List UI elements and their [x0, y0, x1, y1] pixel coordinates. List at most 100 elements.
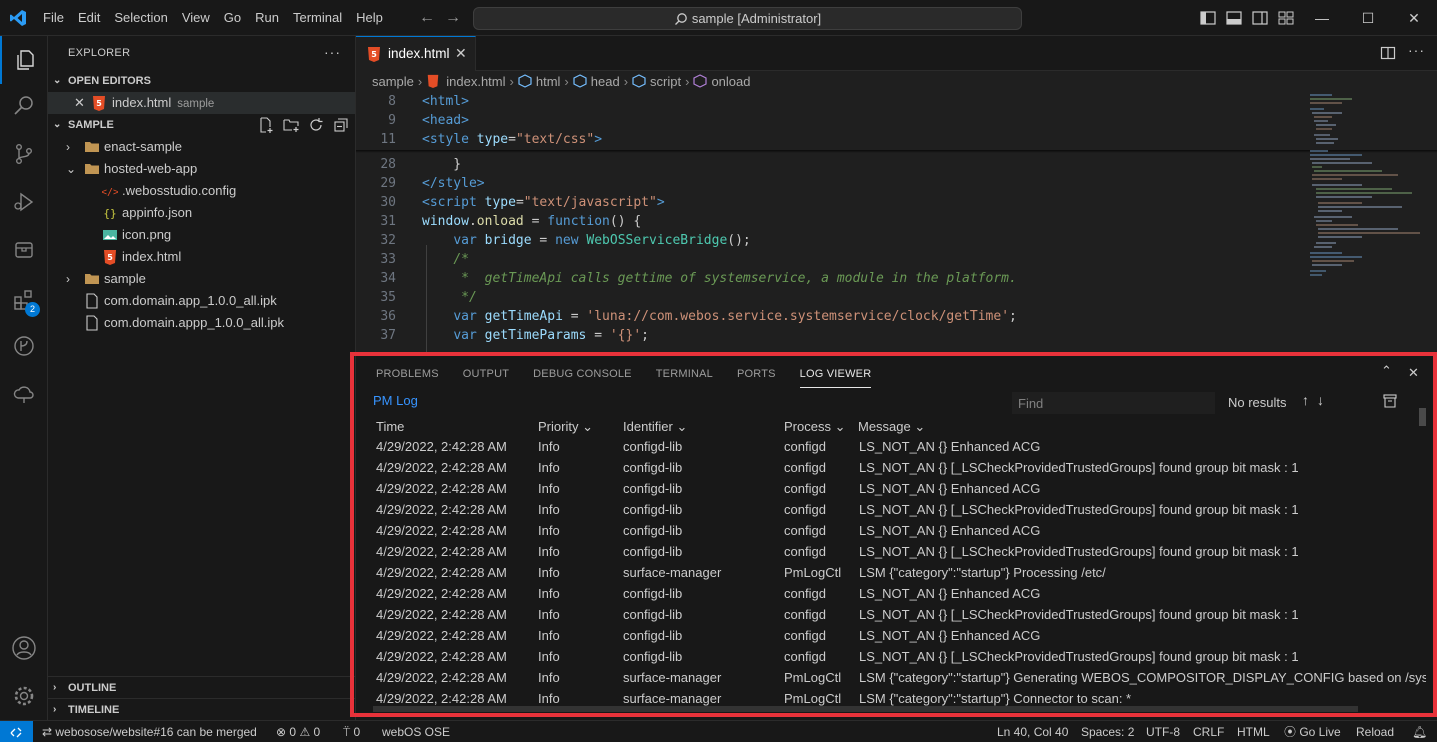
arrow-up-icon[interactable]: ↑	[1302, 392, 1309, 408]
new-file-icon[interactable]	[258, 117, 274, 133]
indentation-status[interactable]: Spaces: 2	[1081, 721, 1134, 742]
tree-folder[interactable]: ⌄ hosted-web-app	[48, 158, 355, 180]
breadcrumb-item[interactable]: onload	[711, 74, 750, 89]
find-input[interactable]: Find	[1012, 392, 1215, 414]
run-debug-activity[interactable]	[0, 178, 48, 226]
tree-folder[interactable]: › sample	[48, 268, 355, 290]
menu-go[interactable]: Go	[217, 0, 248, 36]
tree-file[interactable]: 5 index.html	[48, 246, 355, 268]
folder-header[interactable]: ⌄ SAMPLE	[48, 114, 355, 136]
tab-debug-console[interactable]: DEBUG CONSOLE	[533, 364, 632, 388]
breadcrumb-item[interactable]: script	[650, 74, 681, 89]
new-folder-icon[interactable]	[283, 117, 299, 133]
menu-edit[interactable]: Edit	[71, 0, 107, 36]
maximize-panel-icon[interactable]: ⌃	[1381, 363, 1392, 379]
tree-folder[interactable]: › enact-sample	[48, 136, 355, 158]
clear-log-icon[interactable]	[1382, 393, 1398, 409]
close-icon[interactable]: ✕	[74, 92, 85, 114]
table-row[interactable]: 4/29/2022, 2:42:28 AM Info surface-manager…	[376, 667, 1426, 688]
table-row[interactable]: 4/29/2022, 2:42:28 AM Info configd-lib conf…	[376, 583, 1426, 604]
refresh-icon[interactable]	[308, 117, 324, 133]
collapse-all-icon[interactable]	[333, 117, 349, 133]
notifications-icon[interactable]: 🔔︎	[1412, 721, 1427, 742]
table-row[interactable]: 4/29/2022, 2:42:28 AM Info configd-lib conf…	[376, 541, 1426, 562]
device-activity[interactable]	[0, 370, 48, 418]
breadcrumb-item[interactable]: index.html	[446, 74, 505, 89]
accounts-activity[interactable]	[0, 624, 48, 672]
tab-index-html[interactable]: 5 index.html ✕	[356, 36, 476, 71]
tab-ports[interactable]: PORTS	[737, 364, 776, 388]
menu-terminal[interactable]: Terminal	[286, 0, 349, 36]
toggle-sidebar-icon[interactable]	[1199, 9, 1217, 27]
menu-help[interactable]: Help	[349, 0, 390, 36]
table-row[interactable]: 4/29/2022, 2:42:28 AM Info configd-lib conf…	[376, 499, 1426, 520]
cursor-position[interactable]: Ln 40, Col 40	[997, 721, 1068, 742]
toggle-panel-icon[interactable]	[1225, 9, 1243, 27]
tree-file[interactable]: icon.png	[48, 224, 355, 246]
table-row[interactable]: 4/29/2022, 2:42:28 AM Info configd-lib conf…	[376, 604, 1426, 625]
arrow-down-icon[interactable]: ↓	[1317, 392, 1324, 408]
remote-indicator[interactable]	[0, 721, 33, 742]
pm-log-link[interactable]: PM Log	[373, 393, 418, 408]
table-row[interactable]: 4/29/2022, 2:42:28 AM Info configd-lib conf…	[376, 520, 1426, 541]
table-row[interactable]: 4/29/2022, 2:42:28 AM Info configd-lib conf…	[376, 478, 1426, 499]
table-row[interactable]: 4/29/2022, 2:42:28 AM Info configd-lib conf…	[376, 646, 1426, 667]
horizontal-scrollbar[interactable]	[373, 706, 1358, 712]
close-tab-icon[interactable]: ✕	[455, 45, 467, 62]
webos-activity[interactable]	[0, 226, 48, 274]
split-editor-icon[interactable]	[1380, 45, 1396, 61]
tree-file[interactable]: </> .webosstudio.config	[48, 180, 355, 202]
toggle-secondary-sidebar-icon[interactable]	[1251, 9, 1269, 27]
search-activity[interactable]	[0, 82, 48, 130]
extensions-activity[interactable]: 2	[0, 276, 48, 324]
tree-file[interactable]: {} appinfo.json	[48, 202, 355, 224]
target-device-status[interactable]: webOS OSE	[382, 721, 450, 742]
breadcrumb-item[interactable]: sample	[372, 74, 414, 89]
go-live-button[interactable]: ⦿ Go Live	[1284, 721, 1341, 742]
customize-layout-icon[interactable]	[1277, 9, 1295, 27]
column-process[interactable]: Process ⌄	[784, 419, 846, 435]
problems-status[interactable]: ⊗ 0 ⚠ 0	[276, 721, 320, 742]
tab-problems[interactable]: PROBLEMS	[376, 364, 439, 388]
eol-status[interactable]: CRLF	[1193, 721, 1224, 742]
timeline-header[interactable]: › TIMELINE	[48, 698, 355, 720]
manage-activity[interactable]	[0, 672, 48, 720]
table-row[interactable]: 4/29/2022, 2:42:28 AM Info surface-manager…	[376, 562, 1426, 583]
menu-run[interactable]: Run	[248, 0, 286, 36]
table-row[interactable]: 4/29/2022, 2:42:28 AM Info configd-lib conf…	[376, 625, 1426, 646]
menu-view[interactable]: View	[175, 0, 217, 36]
close-panel-icon[interactable]: ✕	[1408, 365, 1419, 381]
column-priority[interactable]: Priority ⌄	[538, 419, 593, 435]
back-arrow-icon[interactable]: ←	[418, 9, 436, 27]
explorer-activity[interactable]	[0, 36, 48, 84]
git-activity[interactable]	[0, 322, 48, 370]
more-actions-icon[interactable]: ···	[1408, 42, 1425, 58]
more-actions-icon[interactable]: ···	[324, 44, 341, 60]
vertical-scrollbar[interactable]	[1419, 408, 1426, 426]
table-row[interactable]: 4/29/2022, 2:42:28 AM Info configd-lib conf…	[376, 436, 1426, 457]
pull-request-status[interactable]: ⇄ webosose/website#16 can be merged	[42, 721, 257, 742]
reload-button[interactable]: Reload	[1356, 721, 1394, 742]
ports-status[interactable]: ⍡ 0	[343, 721, 360, 742]
tree-file[interactable]: com.domain.appp_1.0.0_all.ipk	[48, 312, 355, 334]
minimap[interactable]	[1302, 93, 1422, 355]
outline-header[interactable]: › OUTLINE	[48, 676, 355, 698]
close-window-button[interactable]: ✕	[1391, 0, 1437, 36]
code-editor[interactable]: 8 9 11 28 29 30 31 32 33 34 35 36 37 <html> <head> <…	[356, 93, 1437, 355]
tab-terminal[interactable]: TERMINAL	[656, 364, 713, 388]
forward-arrow-icon[interactable]: →	[444, 9, 462, 27]
column-message[interactable]: Message ⌄	[858, 419, 925, 435]
column-time[interactable]: Time	[376, 419, 404, 434]
language-status[interactable]: HTML	[1237, 721, 1270, 742]
breadcrumb-item[interactable]: head	[591, 74, 620, 89]
tree-file[interactable]: com.domain.app_1.0.0_all.ipk	[48, 290, 355, 312]
maximize-button[interactable]: ☐	[1345, 0, 1391, 36]
encoding-status[interactable]: UTF-8	[1146, 721, 1180, 742]
menu-file[interactable]: File	[36, 0, 71, 36]
command-center[interactable]: sample [Administrator]	[473, 7, 1022, 30]
menu-selection[interactable]: Selection	[107, 0, 174, 36]
table-row[interactable]: 4/29/2022, 2:42:28 AM Info configd-lib conf…	[376, 457, 1426, 478]
open-editor-item[interactable]: ✕ 5 index.html sample	[48, 92, 355, 114]
breadcrumb-item[interactable]: html	[536, 74, 561, 89]
minimize-button[interactable]: —	[1299, 0, 1345, 36]
